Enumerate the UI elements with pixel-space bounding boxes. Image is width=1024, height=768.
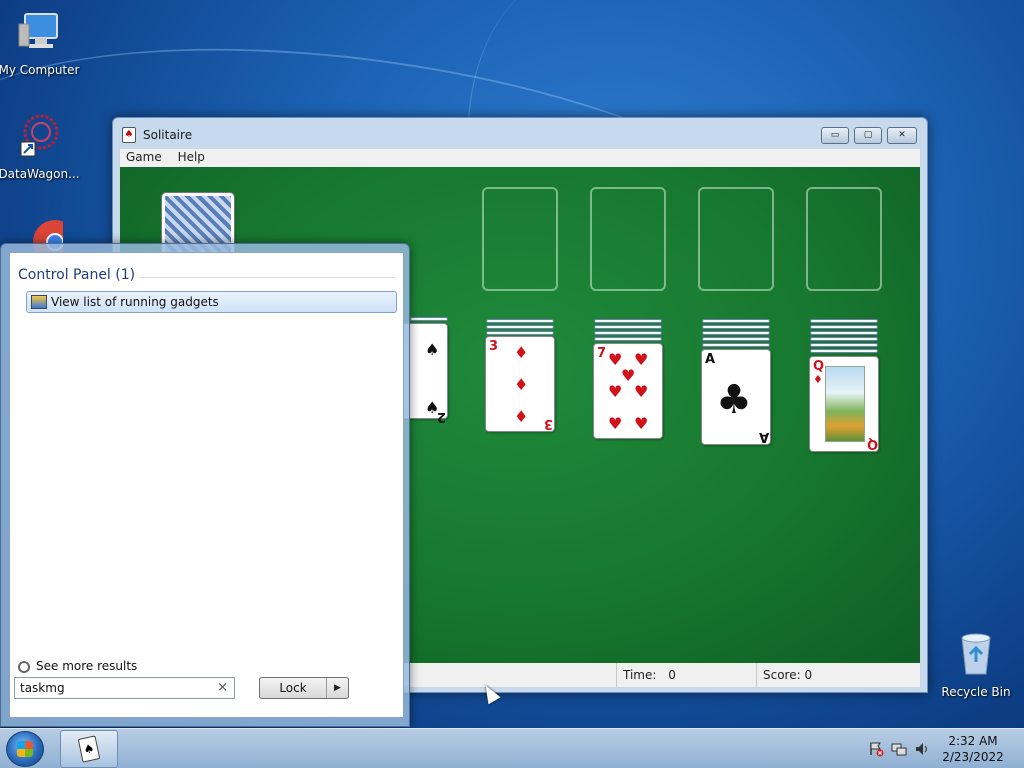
clear-search-icon[interactable]: × xyxy=(217,680,228,695)
search-results-panel: Control Panel (1) View list of running g… xyxy=(9,252,404,718)
close-button[interactable]: ✕ xyxy=(887,127,917,144)
score-label: Score: xyxy=(763,668,801,682)
card-rank: 2 xyxy=(437,409,447,424)
system-clock[interactable]: 2:32 AM 2/23/2022 xyxy=(936,733,1010,765)
divider xyxy=(140,277,395,278)
search-input-value: taskmg xyxy=(20,681,65,695)
face-down-card-edge xyxy=(486,319,554,323)
foundation-slot[interactable] xyxy=(590,187,666,291)
card-rank: Q xyxy=(867,436,879,451)
card-pip: ♠ xyxy=(425,340,440,359)
tableau-card[interactable]: A ♣ A xyxy=(701,349,771,445)
tableau-card[interactable]: Q ♦ Q xyxy=(809,356,879,452)
start-search-input[interactable]: taskmg × xyxy=(14,677,235,699)
time-label: Time: xyxy=(623,668,657,682)
card-pip: ♦ xyxy=(514,375,529,394)
face-down-card-edge xyxy=(702,343,770,347)
taskbar: ♠ 2:32 AM 2/23/2022 xyxy=(0,728,1024,768)
taskbar-solitaire-button[interactable]: ♠ xyxy=(60,730,118,768)
lock-button[interactable]: Lock ▶ xyxy=(259,677,349,699)
card-pip: ♣ xyxy=(716,377,752,423)
tableau-card[interactable]: 7 ♥ ♥ ♥ ♥ ♥ ♥ ♥ xyxy=(593,343,663,439)
power-options-arrow-icon[interactable]: ▶ xyxy=(326,678,348,698)
card-pip: ♥ xyxy=(634,350,649,369)
face-down-card-edge xyxy=(810,343,878,347)
desktop-icon-label: My Computer xyxy=(0,63,80,77)
lock-label: Lock xyxy=(279,681,307,695)
menu-bar: Game Help xyxy=(120,149,920,167)
gadgets-icon xyxy=(31,295,47,309)
foundation-slot[interactable] xyxy=(698,187,774,291)
menu-game[interactable]: Game xyxy=(120,149,168,165)
solitaire-taskbar-icon: ♠ xyxy=(77,735,101,763)
desktop-icon-datawagon[interactable]: DataWagon... xyxy=(0,112,81,181)
start-button[interactable] xyxy=(6,731,44,767)
minimize-button[interactable]: ▭ xyxy=(821,127,849,144)
recycle-bin-icon xyxy=(934,630,1018,681)
card-rank: 3 xyxy=(489,339,499,354)
window-title: Solitaire xyxy=(143,128,193,142)
foundation-slot[interactable] xyxy=(482,187,558,291)
see-more-results-link[interactable]: See more results xyxy=(18,659,137,673)
face-down-card-edge xyxy=(486,331,554,335)
face-down-card-edge xyxy=(810,325,878,329)
card-pip: ♥ xyxy=(608,414,623,433)
face-down-card-edge xyxy=(594,319,662,323)
desktop-icon-my-computer[interactable]: My Computer xyxy=(0,8,81,77)
network-icon[interactable] xyxy=(891,741,907,757)
face-down-card-edge xyxy=(594,337,662,341)
card-pip: ♥ xyxy=(634,414,649,433)
time-value: 0 xyxy=(668,668,676,682)
card-pip: ♥ xyxy=(608,382,623,401)
clock-time: 2:32 AM xyxy=(948,734,998,748)
card-pip: ♦ xyxy=(514,407,529,426)
computer-icon xyxy=(0,8,81,59)
tableau-card[interactable]: 3 ♦ ♦ ♦ 3 xyxy=(485,336,555,432)
datawagon-icon xyxy=(0,112,81,163)
desktop-icon-recycle-bin[interactable]: Recycle Bin xyxy=(934,630,1018,699)
face-down-card-edge xyxy=(810,349,878,353)
face-down-card-edge xyxy=(594,325,662,329)
face-down-card-edge xyxy=(810,331,878,335)
results-category-heading: Control Panel (1) xyxy=(18,267,136,283)
face-down-card-edge xyxy=(702,319,770,323)
queen-artwork xyxy=(825,366,865,442)
face-down-card-edge xyxy=(702,331,770,335)
search-icon xyxy=(18,660,30,673)
maximize-button[interactable]: ▢ xyxy=(854,127,882,144)
card-rank: 3 xyxy=(544,416,554,431)
face-down-card-edge xyxy=(810,337,878,341)
card-pip: ♦ xyxy=(514,343,529,362)
desktop-icon-label: Recycle Bin xyxy=(941,685,1011,699)
clock-date: 2/23/2022 xyxy=(942,750,1004,764)
card-rank: A xyxy=(759,429,770,444)
face-down-card-edge xyxy=(410,317,448,321)
foundation-slot[interactable] xyxy=(806,187,882,291)
face-down-card-edge xyxy=(810,319,878,323)
volume-icon[interactable] xyxy=(914,741,930,757)
action-center-icon[interactable] xyxy=(868,741,884,757)
title-bar[interactable]: ♠ Solitaire ▭ ▢ ✕ xyxy=(113,118,927,150)
score-display: Score: 0 xyxy=(756,663,920,687)
face-down-card-edge xyxy=(702,337,770,341)
card-pip: ♥ xyxy=(634,382,649,401)
face-down-card-edge xyxy=(486,325,554,329)
card-pip: ♦ xyxy=(813,373,823,386)
face-down-card-edge xyxy=(702,325,770,329)
card-rank: 7 xyxy=(597,346,607,361)
search-result-label: View list of running gadgets xyxy=(51,295,219,309)
score-value: 0 xyxy=(804,668,813,682)
search-result-item[interactable]: View list of running gadgets xyxy=(26,291,397,313)
time-display: Time: 0 xyxy=(616,663,756,687)
face-down-card-edge xyxy=(594,331,662,335)
start-menu: Control Panel (1) View list of running g… xyxy=(0,243,410,727)
see-more-label: See more results xyxy=(36,659,138,673)
desktop-icon-label: DataWagon... xyxy=(0,167,80,181)
menu-help[interactable]: Help xyxy=(172,149,211,165)
windows-logo-icon xyxy=(17,741,33,757)
solitaire-app-icon: ♠ xyxy=(122,127,136,143)
card-rank: A xyxy=(705,352,716,367)
